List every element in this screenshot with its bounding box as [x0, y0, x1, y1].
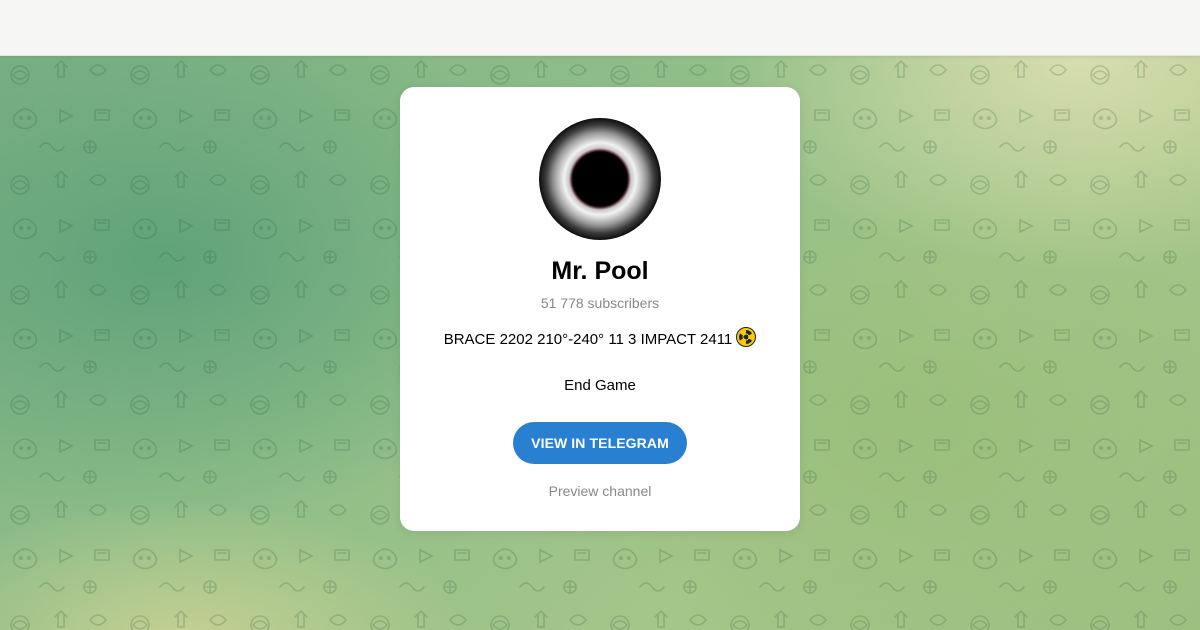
channel-description-line1: BRACE 2202 210°-240° 11 3 IMPACT 2411 [400, 327, 800, 348]
channel-card: Mr. Pool 51 778 subscribers BRACE 2202 2… [400, 87, 800, 531]
channel-title: Mr. Pool [551, 257, 649, 285]
channel-avatar [539, 118, 661, 240]
top-bar [0, 0, 1200, 56]
subscriber-count: 51 778 subscribers [540, 295, 660, 311]
view-in-telegram-button[interactable]: VIEW IN TELEGRAM [513, 422, 687, 464]
description-text: BRACE 2202 210°-240° 11 3 IMPACT 2411 [443, 331, 733, 348]
preview-channel-link[interactable]: Preview channel [400, 483, 800, 499]
radioactive-icon [736, 327, 757, 347]
channel-description-line2: End Game [564, 377, 636, 394]
